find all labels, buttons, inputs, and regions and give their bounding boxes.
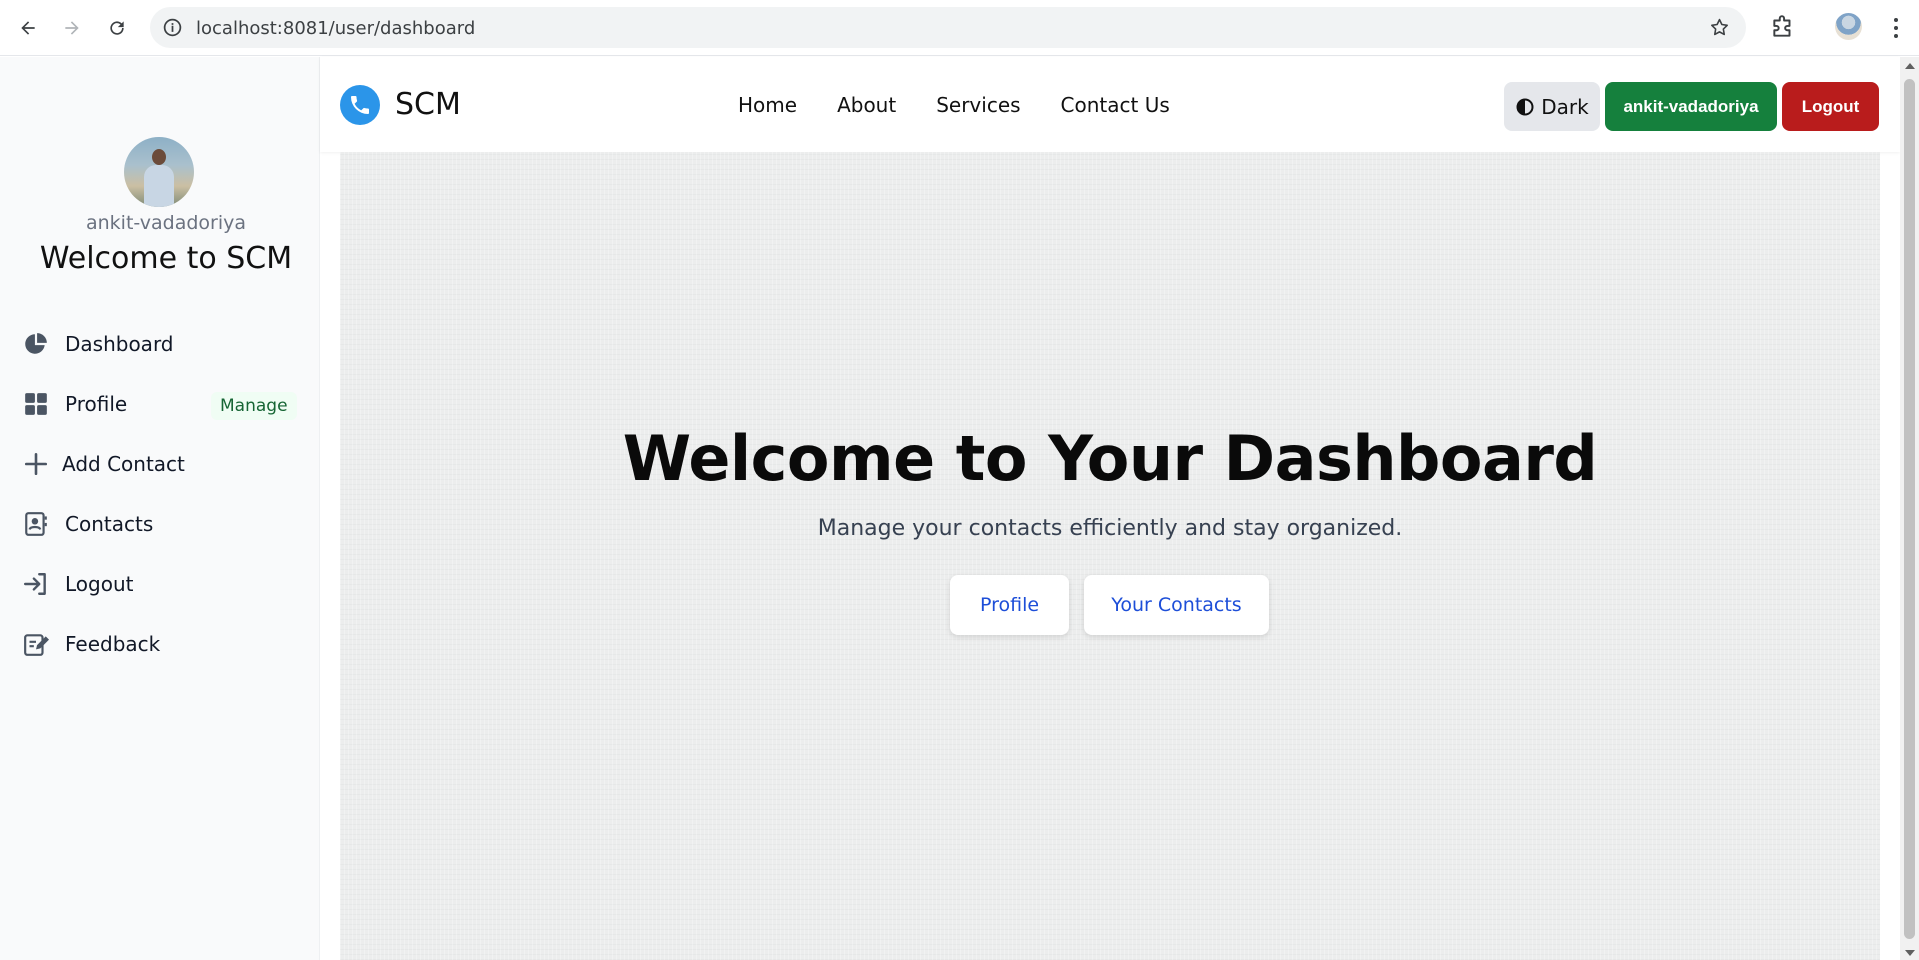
reload-icon[interactable]	[103, 14, 131, 42]
chrome-menu-icon[interactable]	[1886, 14, 1906, 42]
nav-link-about[interactable]: About	[837, 93, 896, 117]
scroll-up-arrow-icon[interactable]	[1905, 63, 1915, 69]
sidebar-item-label: Contacts	[65, 512, 154, 536]
contrast-icon	[1516, 98, 1534, 115]
sidebar-item-feedback[interactable]: Feedback	[22, 627, 160, 661]
grid-icon	[22, 390, 50, 418]
sidebar-welcome-title: Welcome to SCM	[39, 241, 293, 276]
sidebar-username: ankit-vadadoriya	[85, 212, 246, 234]
edit-note-icon	[22, 630, 50, 658]
sidebar-item-dashboard[interactable]: Dashboard	[22, 327, 174, 361]
your-contacts-button[interactable]: Your Contacts	[1084, 575, 1269, 635]
site-info-icon[interactable]	[162, 17, 183, 38]
dashboard-hero: Welcome to Your Dashboard Manage your co…	[340, 152, 1880, 960]
profile-button[interactable]: Profile	[950, 575, 1069, 635]
sidebar-item-label: Profile	[65, 392, 128, 416]
logout-button[interactable]: Logout	[1782, 82, 1879, 131]
sidebar: ankit-vadadoriya Welcome to SCM Dashboar…	[0, 57, 320, 960]
sign-in-icon	[22, 570, 50, 598]
browser-toolbar: localhost:8081/user/dashboard	[0, 0, 1919, 56]
sidebar-item-logout[interactable]: Logout	[22, 567, 133, 601]
nav-links: Home About Services Contact Us	[738, 93, 1170, 117]
address-book-icon	[22, 510, 50, 538]
sidebar-item-label: Feedback	[65, 632, 161, 656]
sidebar-item-label: Logout	[65, 572, 134, 596]
avatar	[124, 137, 194, 207]
phone-logo-icon[interactable]	[340, 85, 380, 125]
scroll-down-arrow-icon[interactable]	[1905, 950, 1915, 956]
sidebar-item-contacts[interactable]: Contacts	[22, 507, 153, 541]
manage-badge[interactable]: Manage	[211, 392, 297, 420]
url-text: localhost:8081/user/dashboard	[196, 18, 476, 39]
dark-mode-label: Dark	[1541, 94, 1589, 119]
forward-arrow-icon[interactable]	[58, 14, 86, 42]
user-button[interactable]: ankit-vadadoriya	[1605, 82, 1777, 131]
nav-link-services[interactable]: Services	[936, 93, 1020, 117]
bookmark-star-icon[interactable]	[1709, 17, 1730, 38]
nav-link-home[interactable]: Home	[738, 93, 797, 117]
page-scrollbar[interactable]	[1900, 57, 1919, 960]
page-title: Welcome to Your Dashboard	[622, 422, 1598, 495]
scroll-thumb[interactable]	[1904, 79, 1915, 939]
sidebar-item-label: Add Contact	[62, 452, 185, 476]
chrome-profile-avatar[interactable]	[1835, 13, 1862, 40]
back-arrow-icon[interactable]	[14, 14, 42, 42]
dark-mode-toggle[interactable]: Dark	[1504, 82, 1600, 131]
page-subtitle: Manage your contacts efficiently and sta…	[817, 516, 1403, 541]
top-navbar: SCM Home About Services Contact Us Dark …	[320, 57, 1900, 152]
sidebar-item-profile[interactable]: Profile	[22, 387, 127, 421]
nav-link-contact-us[interactable]: Contact Us	[1061, 93, 1170, 117]
sidebar-item-add-contact[interactable]: Add Contact	[22, 447, 185, 481]
sidebar-item-label: Dashboard	[65, 332, 174, 356]
chart-pie-icon	[22, 330, 50, 358]
extensions-icon[interactable]	[1770, 14, 1796, 40]
brand-name[interactable]: SCM	[395, 87, 461, 122]
plus-icon	[22, 450, 50, 478]
address-bar[interactable]: localhost:8081/user/dashboard	[150, 7, 1746, 48]
